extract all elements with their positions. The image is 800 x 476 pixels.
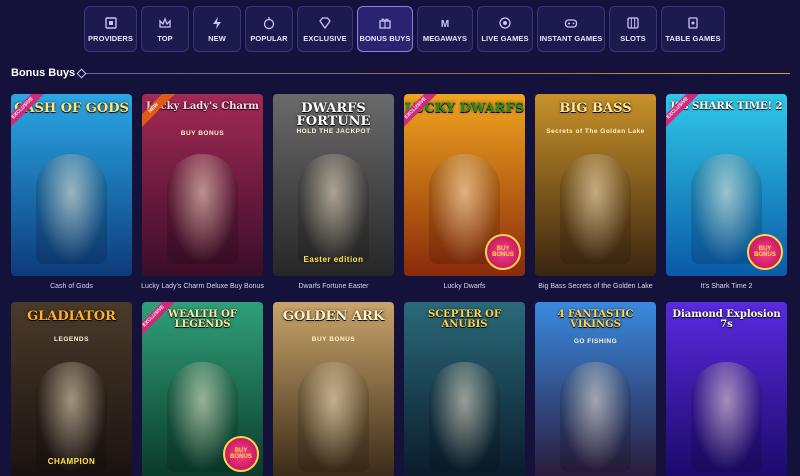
- nav-item-popular[interactable]: POPULAR: [245, 6, 293, 52]
- nav-item-new[interactable]: NEW: [193, 6, 241, 52]
- game-thumbnail[interactable]: Diamond Explosion 7s: [666, 302, 787, 476]
- game-name[interactable]: Lucky Lady's Charm Deluxe Buy Bonus: [141, 283, 264, 290]
- nav-item-live-games[interactable]: LIVE GAMES: [477, 6, 533, 52]
- game-art-subtitle: BUY BONUS: [180, 130, 225, 137]
- nav-item-label: TABLE GAMES: [665, 33, 721, 43]
- game-thumbnail[interactable]: GLADIATOR LEGENDS CHAMPION: [11, 302, 132, 476]
- nav-item-exclusive[interactable]: EXCLUSIVE: [297, 6, 353, 52]
- game-card[interactable]: 4 FANTASTIC VIKINGS GO FISHING: [535, 302, 656, 476]
- buy-bonus-badge: BUY BONUS: [223, 436, 259, 472]
- game-thumbnail[interactable]: GOLDEN ARK BUY BONUS: [273, 302, 394, 476]
- nav-item-label: PROVIDERS: [87, 33, 134, 43]
- game-card[interactable]: Lucky Lady's Charm BUY BONUS NEW Lucky Lady…: [141, 94, 264, 290]
- game-card[interactable]: BIG BASS Secrets of The Golden Lake Big Ba…: [535, 94, 656, 290]
- game-card[interactable]: Diamond Explosion 7s: [666, 302, 787, 476]
- game-name[interactable]: Cash of Gods: [50, 283, 93, 290]
- instant-games-icon: [563, 16, 579, 30]
- crown-icon: [157, 16, 173, 30]
- nav-item-bonus-buys[interactable]: BONUS BUYS: [357, 6, 413, 52]
- live-games-icon: [497, 16, 513, 30]
- game-tag-ribbon: EXCLUSIVE: [666, 94, 701, 132]
- game-art-title: BIG BASS: [559, 101, 632, 116]
- game-name[interactable]: It's Shark Time 2: [701, 283, 753, 290]
- game-artwork: [691, 362, 762, 472]
- game-artwork: [560, 154, 631, 264]
- game-name[interactable]: Lucky Dwarfs: [443, 283, 485, 290]
- game-thumbnail[interactable]: BIG BASS Secrets of The Golden Lake: [535, 94, 656, 276]
- bonus-buys-icon: [377, 16, 393, 30]
- new-icon: [209, 16, 225, 30]
- game-artwork: [429, 362, 500, 472]
- game-card[interactable]: LUCKY DWARFS EXCLUSIVE BUY BONUS Lucky Dwar…: [404, 94, 525, 290]
- game-art-subtitle: LEGENDS: [54, 336, 89, 343]
- nav-item-top[interactable]: TOP: [141, 6, 189, 52]
- buy-bonus-badge: BUY BONUS: [485, 234, 521, 270]
- game-name[interactable]: Dwarfs Fortune Easter: [298, 283, 368, 290]
- game-art-title: DWARFS FORTUNE: [296, 101, 371, 129]
- svg-text:M: M: [441, 19, 449, 30]
- game-art-title: SCEPTER OF ANUBIS: [428, 309, 501, 330]
- nav-item-label: NEW: [208, 33, 226, 43]
- game-thumbnail[interactable]: CASH OF GODS EXCLUSIVE: [11, 94, 132, 276]
- game-art-extra: Easter edition: [303, 255, 364, 264]
- games-grid: CASH OF GODS EXCLUSIVE Cash of Gods Lucky L…: [11, 94, 787, 476]
- nav-item-label: SLOTS: [620, 33, 646, 43]
- nav-item-providers[interactable]: PROVIDERS: [84, 6, 137, 52]
- game-thumbnail[interactable]: Lucky Lady's Charm BUY BONUS NEW: [142, 94, 263, 276]
- buy-bonus-badge: BUY BONUS: [747, 234, 783, 270]
- game-thumbnail[interactable]: DWARFS FORTUNE HOLD THE JACKPOT Easter edi…: [273, 94, 394, 276]
- game-art-subtitle: BUY BONUS: [311, 336, 356, 343]
- game-artwork: [298, 154, 369, 264]
- game-card[interactable]: GOLDEN ARK BUY BONUS: [273, 302, 394, 476]
- diamond-icon: [317, 16, 333, 30]
- game-art-subtitle: GO FISHING: [573, 338, 618, 345]
- megaways-icon: M: [437, 16, 453, 30]
- game-thumbnail[interactable]: SCEPTER OF ANUBIS: [404, 302, 525, 476]
- game-art-title: Diamond Explosion 7s: [672, 309, 781, 330]
- section-diamond-icon: [76, 68, 87, 79]
- nav-item-instant-games[interactable]: INSTANT GAMES: [537, 6, 605, 52]
- game-thumbnail[interactable]: LUCKY DWARFS EXCLUSIVE BUY BONUS: [404, 94, 525, 276]
- game-artwork: [36, 154, 107, 264]
- game-art-title: GLADIATOR: [27, 309, 116, 324]
- game-thumbnail[interactable]: WEALTH OF LEGENDS EXCLUSIVE BUY BONUS: [142, 302, 263, 476]
- game-art-extra: CHAMPION: [47, 457, 96, 466]
- game-card[interactable]: CASH OF GODS EXCLUSIVE Cash of Gods: [11, 94, 132, 290]
- nav-item-slots[interactable]: SLOTS: [609, 6, 657, 52]
- game-artwork: [298, 362, 369, 472]
- slots-icon: [625, 16, 641, 30]
- nav-item-table-games[interactable]: TABLE GAMES: [661, 6, 725, 52]
- game-artwork: [560, 362, 631, 472]
- game-thumbnail[interactable]: It's SHARK TIME! 2 EXCLUSIVE BUY BONUS: [666, 94, 787, 276]
- game-artwork: [36, 362, 107, 472]
- game-tag-ribbon: NEW: [142, 94, 177, 132]
- game-artwork: [167, 154, 238, 264]
- nav-item-megaways[interactable]: M MEGAWAYS: [417, 6, 473, 52]
- game-card[interactable]: It's SHARK TIME! 2 EXCLUSIVE BUY BONUS It's…: [666, 94, 787, 290]
- game-art-subtitle: HOLD THE JACKPOT: [296, 128, 371, 135]
- game-thumbnail[interactable]: 4 FANTASTIC VIKINGS GO FISHING: [535, 302, 656, 476]
- game-card[interactable]: WEALTH OF LEGENDS EXCLUSIVE BUY BONUS: [142, 302, 263, 476]
- nav-item-label: LIVE GAMES: [481, 33, 529, 43]
- table-games-icon: [685, 16, 701, 30]
- nav-item-label: INSTANT GAMES: [539, 33, 603, 43]
- nav-item-label: EXCLUSIVE: [303, 33, 347, 43]
- popular-icon: [261, 16, 277, 30]
- nav-item-label: POPULAR: [250, 33, 288, 43]
- game-art-subtitle: Secrets of The Golden Lake: [546, 128, 645, 135]
- game-name[interactable]: Big Bass Secrets of the Golden Lake: [538, 283, 652, 290]
- nav-item-label: MEGAWAYS: [422, 33, 468, 43]
- game-art-title: 4 FANTASTIC VIKINGS: [557, 309, 634, 330]
- section-title: Bonus Buys: [11, 67, 76, 79]
- section-divider: [78, 73, 790, 74]
- game-art-title: GOLDEN ARK: [282, 309, 385, 324]
- game-card[interactable]: DWARFS FORTUNE HOLD THE JACKPOT Easter edi…: [273, 94, 394, 290]
- nav-item-label: TOP: [157, 33, 173, 43]
- category-nav: PROVIDERS TOP NEW POPULAR EXCLUSIVE BONUS BUY…: [84, 6, 725, 52]
- nav-item-label: BONUS BUYS: [359, 33, 411, 43]
- game-card[interactable]: GLADIATOR LEGENDS CHAMPION: [11, 302, 132, 476]
- game-card[interactable]: SCEPTER OF ANUBIS: [404, 302, 525, 476]
- providers-icon: [103, 16, 119, 30]
